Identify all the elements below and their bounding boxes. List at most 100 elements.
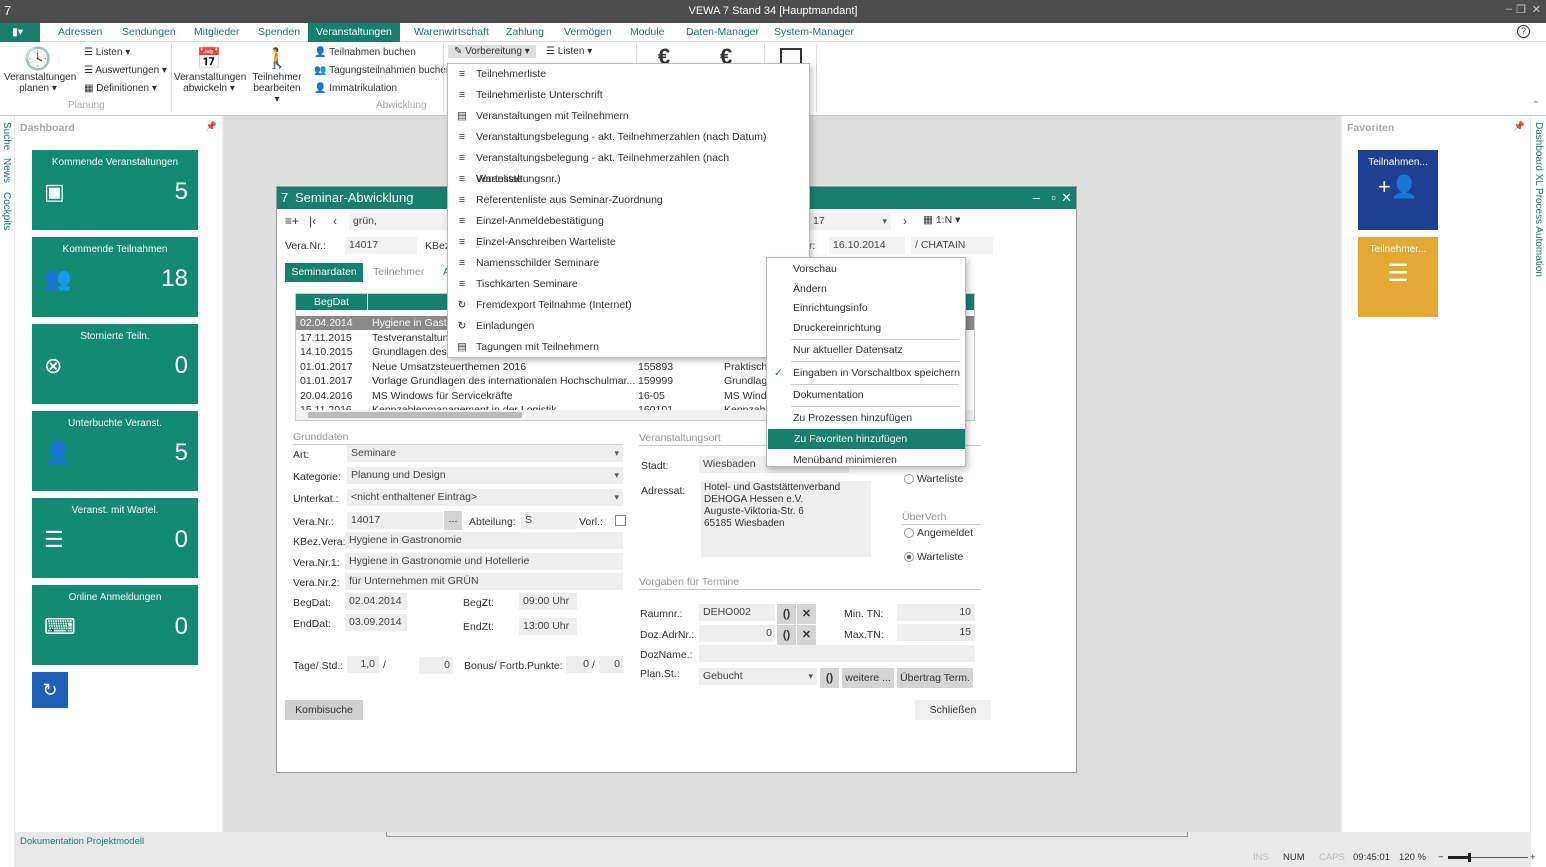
- context-menu-item[interactable]: Dokumentation: [767, 385, 965, 405]
- begzt-field[interactable]: 09:00 Uhr: [519, 593, 577, 610]
- dokumentation-projektmodell-link[interactable]: Dokumentation Projektmodell: [20, 836, 144, 847]
- zoom-out-button[interactable]: −: [1438, 852, 1444, 863]
- menu-item[interactable]: ≡ Warteliste: [448, 169, 809, 190]
- menu-item[interactable]: ↻ Fremdexport Teilnahme (Internet): [448, 295, 809, 316]
- vorl-checkbox[interactable]: [615, 515, 626, 526]
- menu-tab-module[interactable]: Module: [622, 23, 672, 42]
- uebertrag-term-button[interactable]: Übertrag Term.: [897, 668, 973, 688]
- context-menu-item[interactable]: Druckereinrichtung: [767, 318, 965, 338]
- raumnr-field[interactable]: DEHO002: [699, 604, 775, 621]
- weitere-button[interactable]: weitere ...: [842, 668, 894, 688]
- veranr-lookup-button[interactable]: ...: [444, 511, 462, 530]
- close-button[interactable]: ✕: [1061, 187, 1072, 209]
- veranr-field[interactable]: 14017: [347, 512, 443, 529]
- menu-item[interactable]: ≡ Teilnehmerliste Unterschrift: [448, 85, 809, 106]
- side-tab-cockpits[interactable]: Cockpits: [1, 192, 12, 230]
- side-tab-process-automation[interactable]: Process Automation: [1533, 188, 1544, 277]
- next-record-icon[interactable]: ›: [903, 214, 907, 228]
- pin-icon[interactable]: 📌: [1514, 121, 1525, 132]
- menu-item[interactable]: ≡ Veranstaltungsbelegung - akt. Teilnehme…: [448, 127, 809, 148]
- menu-item[interactable]: ≡ Tischkarten Seminare: [448, 274, 809, 295]
- definitionen-dropdown[interactable]: ▦ Definitionen ▾: [84, 83, 157, 94]
- vorbereitung-dropdown[interactable]: ✎ Vorbereitung ▾: [448, 45, 536, 58]
- previous-record-icon[interactable]: ‹: [333, 214, 337, 228]
- side-tab-dashboard-xl[interactable]: Dashboard XL: [1533, 122, 1544, 186]
- begdat-field[interactable]: 02.04.2014: [345, 593, 407, 610]
- doz-lookup-button[interactable]: (): [777, 625, 796, 645]
- auswertungen-dropdown[interactable]: ☰ Auswertungen ▾: [84, 65, 167, 76]
- raumnr-lookup-button[interactable]: (): [777, 604, 796, 624]
- vera-nr2-field[interactable]: für Unternehmen mit GRÜN: [345, 573, 623, 590]
- veranstaltungen-abwickeln-button[interactable]: 📅 Veranstaltungen abwickeln ▾: [174, 46, 246, 94]
- vera-nr1-field[interactable]: Hygiene in Gastronomie und Hotellerie: [345, 553, 623, 570]
- max-tn-field[interactable]: 15: [897, 624, 975, 641]
- context-menu-item[interactable]: Einrichtungsinfo: [767, 298, 965, 318]
- doz-adrnr-field[interactable]: 0: [699, 625, 775, 642]
- listen2-dropdown[interactable]: ☰ Listen ▾: [546, 46, 592, 57]
- doz-clear-button[interactable]: ✕: [797, 625, 816, 645]
- enddat-field[interactable]: 03.09.2014: [345, 614, 407, 631]
- min-tn-field[interactable]: 10: [897, 604, 975, 621]
- favorite-tile-teilnahmen[interactable]: Teilnahmen... +👤: [1358, 150, 1438, 230]
- pin-icon[interactable]: 📌: [206, 121, 217, 132]
- close-button[interactable]: ✕: [1532, 3, 1541, 16]
- zoom-in-button[interactable]: +: [1530, 852, 1536, 863]
- teilnehmer-bearbeiten-button[interactable]: 🚶 Teilnehmer bearbeiten ▾: [250, 46, 304, 105]
- help-icon[interactable]: ?: [1517, 25, 1530, 38]
- record-combo[interactable]: 17: [809, 213, 891, 230]
- context-menu-item[interactable]: Zu Favoriten hinzufügen: [768, 428, 965, 449]
- date-field[interactable]: 16.10.2014: [829, 237, 905, 254]
- refresh-button[interactable]: ↻: [32, 672, 68, 708]
- bonus-field[interactable]: 0: [566, 656, 592, 673]
- dashboard-tile[interactable]: Unterbuchte Veranst. 👤 5: [32, 411, 198, 491]
- menu-tab-mitglieder[interactable]: Mitglieder: [186, 23, 248, 42]
- dashboard-tile[interactable]: Stornierte Teiln. ⊗ 0: [32, 324, 198, 404]
- new-record-icon[interactable]: ≡+: [285, 214, 299, 228]
- warteliste-radio-2[interactable]: [904, 552, 914, 562]
- first-record-icon[interactable]: |‹: [309, 214, 316, 228]
- vera-nr-field[interactable]: 14017: [345, 237, 417, 254]
- tagungsteilnahmen-buchen-button[interactable]: 👥 Tagungsteilnahmen buchen: [314, 65, 451, 76]
- side-tab-news[interactable]: News: [1, 158, 12, 183]
- context-menu-item[interactable]: ✓ Eingaben in Vorschaltbox speichern: [767, 363, 965, 383]
- menu-item[interactable]: ▤ Veranstaltungen mit Teilnehmern: [448, 106, 809, 127]
- dashboard-tile[interactable]: Veranst. mit Wartel. ☰ 0: [32, 498, 198, 578]
- maximize-button[interactable]: ▫: [1051, 187, 1056, 209]
- menu-tab-adressen[interactable]: Adressen: [50, 23, 110, 42]
- kbez-vera-field[interactable]: Hygiene in Gastronomie: [345, 532, 623, 549]
- app-menu-button[interactable]: ▮▾: [0, 23, 40, 42]
- std-field[interactable]: 0: [419, 657, 453, 674]
- context-menu-item[interactable]: Nur aktueller Datensatz: [767, 340, 965, 360]
- planst-select[interactable]: Gebucht: [699, 668, 817, 685]
- menu-item[interactable]: ↻ Einladungen: [448, 316, 809, 337]
- menu-tab-warenwirtschaft[interactable]: Warenwirtschaft: [406, 23, 497, 42]
- menu-tab-datenmanager[interactable]: Daten-Manager: [678, 23, 767, 42]
- minimize-button[interactable]: –: [1506, 3, 1512, 15]
- tab-seminardaten[interactable]: Seminardaten: [285, 263, 363, 282]
- fortb-punkte-field[interactable]: 0: [599, 656, 623, 673]
- zoom-slider-thumb[interactable]: [1468, 853, 1471, 862]
- zoom-slider[interactable]: [1448, 853, 1528, 862]
- menu-item[interactable]: ≡ Einzel-Anschreiben Warteliste: [448, 232, 809, 253]
- context-menu-item[interactable]: Ändern: [767, 279, 965, 299]
- raumnr-clear-button[interactable]: ✕: [797, 604, 816, 624]
- restore-button[interactable]: ❐: [1516, 3, 1526, 16]
- endzt-field[interactable]: 13:00 Uhr: [519, 618, 577, 635]
- dashboard-tile[interactable]: Online Anmeldungen ⌨ 0: [32, 585, 198, 665]
- tage-field[interactable]: 1,0: [347, 656, 379, 673]
- context-menu-item[interactable]: Zu Prozessen hinzufügen: [767, 408, 965, 428]
- scrollbar-thumb[interactable]: [308, 412, 522, 418]
- art-select[interactable]: Seminare: [347, 445, 623, 462]
- dozname-field[interactable]: [699, 645, 975, 662]
- menu-item[interactable]: ≡ Referentenliste aus Seminar-Zuordnung: [448, 190, 809, 211]
- menu-tab-vermgen[interactable]: Vermögen: [556, 23, 620, 42]
- collapse-ribbon-icon[interactable]: ⌃: [1532, 100, 1540, 111]
- minimize-button[interactable]: –: [1033, 187, 1040, 209]
- menu-item[interactable]: ≡ Veranstaltungsbelegung - akt. Teilnehme…: [448, 148, 809, 185]
- dashboard-tile[interactable]: Kommende Veranstaltungen ▣ 5: [32, 150, 198, 230]
- veranstaltungen-planen-button[interactable]: 🕓 Veranstaltungen planen ▾: [4, 46, 76, 94]
- menu-tab-spenden[interactable]: Spenden: [250, 23, 308, 42]
- unterkat-select[interactable]: <nicht enthaltener Eintrag>: [347, 489, 623, 506]
- warteliste-radio-1[interactable]: [904, 474, 914, 484]
- view-mode-button[interactable]: ▦ 1:N ▾: [923, 214, 960, 226]
